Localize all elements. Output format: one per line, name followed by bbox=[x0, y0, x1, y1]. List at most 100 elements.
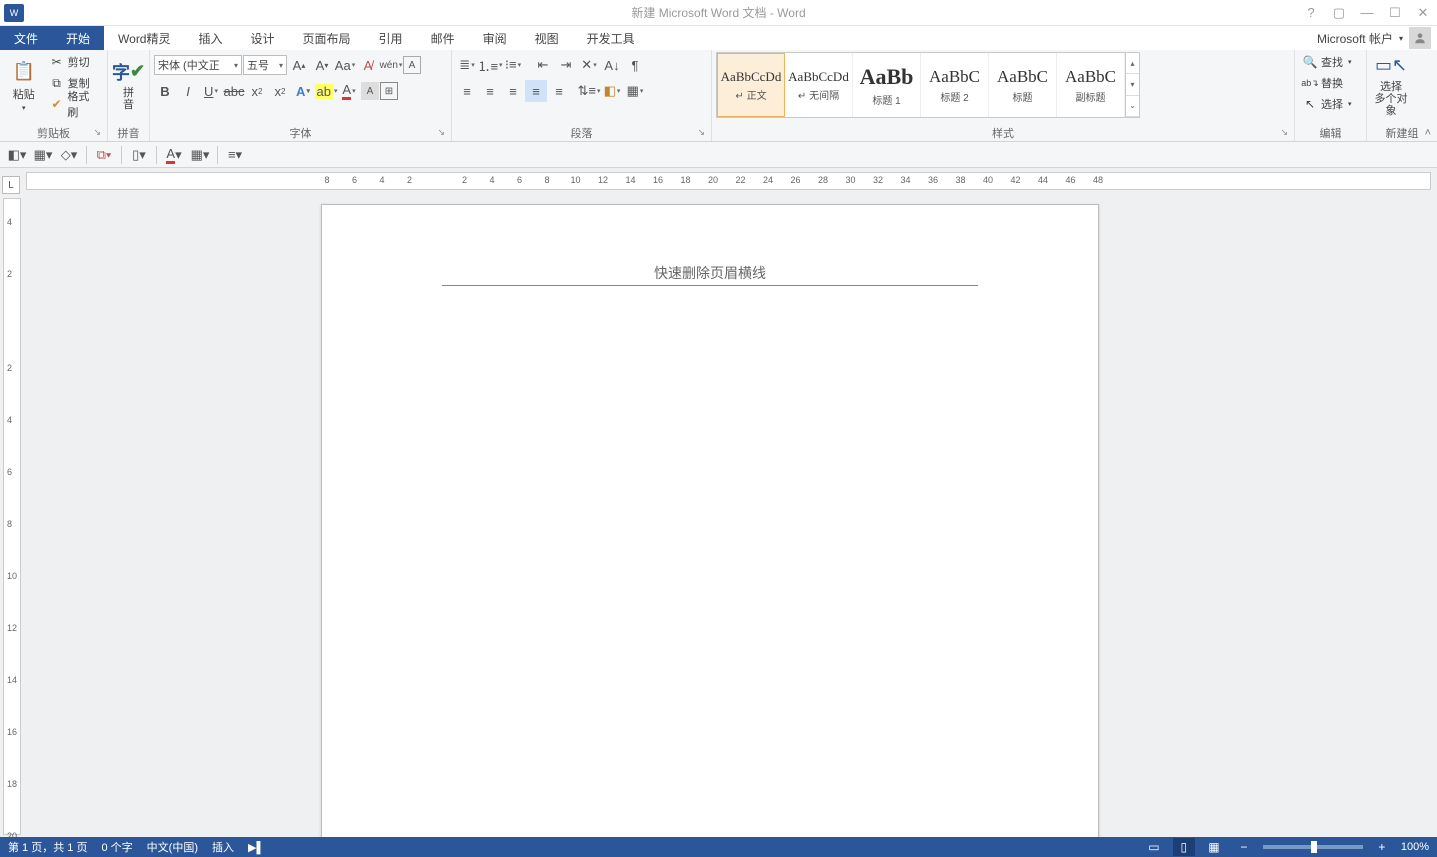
page-header-text[interactable]: 快速删除页眉横线 bbox=[654, 263, 766, 283]
enclose-char-button[interactable]: A bbox=[403, 56, 421, 74]
font-size-combo[interactable]: 五号▾ bbox=[243, 55, 287, 75]
view-read-icon[interactable]: ▭ bbox=[1143, 838, 1165, 856]
tab-insert[interactable]: 插入 bbox=[185, 26, 237, 50]
underline-button[interactable]: U bbox=[200, 80, 222, 102]
text-effects-button[interactable]: A bbox=[292, 80, 314, 102]
char-border-button[interactable]: ⊞ bbox=[380, 82, 398, 100]
show-marks-button[interactable]: ¶ bbox=[624, 54, 646, 76]
shading-button[interactable]: ◧ bbox=[601, 80, 623, 102]
change-case-button[interactable]: Aa bbox=[334, 54, 356, 76]
minimize-icon[interactable]: — bbox=[1353, 0, 1381, 26]
align-center-button[interactable]: ≡ bbox=[479, 80, 501, 102]
status-language[interactable]: 中文(中国) bbox=[147, 839, 198, 855]
tab-mailings[interactable]: 邮件 bbox=[417, 26, 469, 50]
grow-font-button[interactable]: A▴ bbox=[288, 54, 310, 76]
highlight-button[interactable]: ab bbox=[315, 80, 337, 102]
tab-design[interactable]: 设计 bbox=[237, 26, 289, 50]
style-subtitle[interactable]: AaBbC副标题 bbox=[1057, 53, 1125, 117]
account-area[interactable]: Microsoft 帐户 ▾ bbox=[1317, 28, 1431, 48]
zoom-thumb[interactable] bbox=[1311, 841, 1317, 853]
close-icon[interactable]: ✕ bbox=[1409, 0, 1437, 26]
style-heading1[interactable]: AaBb标题 1 bbox=[853, 53, 921, 117]
align-left-button[interactable]: ≡ bbox=[456, 80, 478, 102]
pinyin-button[interactable]: 字✔ 拼 音 bbox=[112, 52, 145, 118]
strikethrough-button[interactable]: abc bbox=[223, 80, 245, 102]
tab-file[interactable]: 文件 bbox=[0, 26, 52, 50]
styles-more-icon[interactable]: ⌄ bbox=[1126, 96, 1139, 117]
align-right-button[interactable]: ≡ bbox=[502, 80, 524, 102]
qat-font-color-icon[interactable]: A▾ bbox=[163, 145, 185, 165]
tab-word-wizard[interactable]: Word精灵 bbox=[104, 26, 184, 50]
dialog-launcher-icon[interactable]: ↘ bbox=[437, 127, 445, 138]
tab-layout[interactable]: 页面布局 bbox=[289, 26, 365, 50]
qat-shape-icon[interactable]: ◇▾ bbox=[58, 145, 80, 165]
style-normal[interactable]: AaBbCcDd↵ 正文 bbox=[717, 53, 785, 117]
qat-fill-icon[interactable]: ◧▾ bbox=[6, 145, 28, 165]
font-name-combo[interactable]: 宋体 (中文正▾ bbox=[154, 55, 242, 75]
maximize-icon[interactable]: ☐ bbox=[1381, 0, 1409, 26]
zoom-in-icon[interactable]: + bbox=[1371, 838, 1393, 856]
scroll-up-icon[interactable]: ▴ bbox=[1126, 53, 1139, 74]
style-no-spacing[interactable]: AaBbCcDd↵ 无间隔 bbox=[785, 53, 853, 117]
collapse-ribbon-icon[interactable]: ˄ bbox=[1425, 127, 1431, 139]
superscript-button[interactable]: x2 bbox=[269, 80, 291, 102]
zoom-slider[interactable] bbox=[1263, 845, 1363, 849]
dialog-launcher-icon[interactable]: ↘ bbox=[1280, 127, 1288, 138]
bold-button[interactable]: B bbox=[154, 80, 176, 102]
status-page[interactable]: 第 1 页，共 1 页 bbox=[8, 839, 87, 855]
style-title[interactable]: AaBbC标题 bbox=[989, 53, 1057, 117]
tab-home[interactable]: 开始 bbox=[52, 26, 104, 50]
help-icon[interactable]: ? bbox=[1297, 0, 1325, 26]
numbering-button[interactable]: ⒈≡ bbox=[479, 54, 501, 76]
borders-button[interactable]: ▦ bbox=[624, 80, 646, 102]
view-print-icon[interactable]: ▯ bbox=[1173, 838, 1195, 856]
replace-button[interactable]: ab↴替换 bbox=[1299, 73, 1355, 93]
phonetic-guide-button[interactable]: wén bbox=[380, 54, 402, 76]
qat-page-icon[interactable]: ▯▾ bbox=[128, 145, 150, 165]
zoom-out-icon[interactable]: − bbox=[1233, 838, 1255, 856]
italic-button[interactable]: I bbox=[177, 80, 199, 102]
document-page[interactable]: 快速删除页眉横线 bbox=[321, 204, 1099, 841]
status-word-count[interactable]: 0 个字 bbox=[101, 839, 132, 855]
tab-stop-selector[interactable]: L bbox=[2, 176, 20, 194]
subscript-button[interactable]: x2 bbox=[246, 80, 268, 102]
clear-formatting-button[interactable]: A̸ bbox=[357, 54, 379, 76]
bullets-button[interactable]: ≣ bbox=[456, 54, 478, 76]
format-painter-button[interactable]: ✔格式刷 bbox=[46, 94, 103, 114]
view-web-icon[interactable]: ▦ bbox=[1203, 838, 1225, 856]
zoom-level[interactable]: 100% bbox=[1401, 841, 1429, 853]
align-justify-button[interactable]: ≡ bbox=[525, 80, 547, 102]
increase-indent-button[interactable]: ⇥ bbox=[555, 54, 577, 76]
tab-developer[interactable]: 开发工具 bbox=[573, 26, 649, 50]
ribbon-display-icon[interactable]: ▢ bbox=[1325, 0, 1353, 26]
cut-button[interactable]: ✂剪切 bbox=[46, 52, 103, 72]
qat-table-icon[interactable]: ▦▾ bbox=[32, 145, 54, 165]
dialog-launcher-icon[interactable]: ↘ bbox=[697, 127, 705, 138]
tab-references[interactable]: 引用 bbox=[365, 26, 417, 50]
status-macro-icon[interactable]: ▶▌ bbox=[248, 841, 264, 854]
vertical-ruler[interactable]: 4224681012141618202224 bbox=[3, 198, 21, 835]
style-heading2[interactable]: AaBbC标题 2 bbox=[921, 53, 989, 117]
multilevel-button[interactable]: ⁝≡ bbox=[502, 54, 524, 76]
sort-button[interactable]: A↓ bbox=[601, 54, 623, 76]
paste-button[interactable]: 📋 粘贴 ▾ bbox=[4, 52, 44, 118]
tab-review[interactable]: 审阅 bbox=[469, 26, 521, 50]
qat-border-icon[interactable]: ▦▾ bbox=[189, 145, 211, 165]
dialog-launcher-icon[interactable]: ↘ bbox=[93, 127, 101, 138]
asian-layout-button[interactable]: ✕ bbox=[578, 54, 600, 76]
select-button[interactable]: ↖选择▾ bbox=[1299, 94, 1355, 114]
qat-highlight-icon[interactable]: ⧉▾ bbox=[93, 145, 115, 165]
char-shading-button[interactable]: A bbox=[361, 82, 379, 100]
distributed-button[interactable]: ≡ bbox=[548, 80, 570, 102]
find-button[interactable]: 🔍查找▾ bbox=[1299, 52, 1355, 72]
decrease-indent-button[interactable]: ⇤ bbox=[532, 54, 554, 76]
horizontal-ruler[interactable]: 8642246810121416182022242628303234363840… bbox=[26, 172, 1431, 190]
font-color-button[interactable]: A bbox=[338, 80, 360, 102]
status-mode[interactable]: 插入 bbox=[212, 839, 234, 855]
select-objects-button[interactable]: ▭↖ 选择 多个对象 bbox=[1371, 52, 1411, 118]
tab-view[interactable]: 视图 bbox=[521, 26, 573, 50]
qat-more-icon[interactable]: ≡▾ bbox=[224, 145, 246, 165]
scroll-down-icon[interactable]: ▾ bbox=[1126, 74, 1139, 95]
line-spacing-button[interactable]: ⇅≡ bbox=[578, 80, 600, 102]
shrink-font-button[interactable]: A▾ bbox=[311, 54, 333, 76]
